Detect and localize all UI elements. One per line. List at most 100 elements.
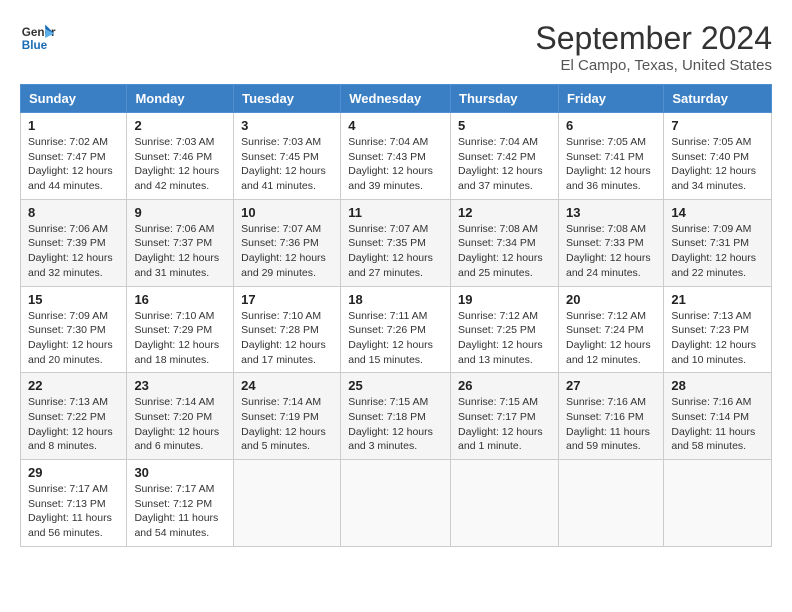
calendar-cell: 10 Sunrise: 7:07 AMSunset: 7:36 PMDayligh…: [234, 199, 341, 286]
day-number: 11: [348, 205, 443, 220]
day-number: 29: [28, 465, 119, 480]
day-info: Sunrise: 7:05 AMSunset: 7:41 PMDaylight:…: [566, 135, 656, 194]
day-of-week-header: Tuesday: [234, 85, 341, 113]
svg-text:Blue: Blue: [22, 39, 48, 52]
calendar-cell: 16 Sunrise: 7:10 AMSunset: 7:29 PMDayligh…: [127, 286, 234, 373]
day-info: Sunrise: 7:15 AMSunset: 7:17 PMDaylight:…: [458, 395, 551, 454]
calendar-cell: 29 Sunrise: 7:17 AMSunset: 7:13 PMDayligh…: [21, 460, 127, 547]
day-number: 7: [671, 118, 764, 133]
day-of-week-header: Friday: [558, 85, 663, 113]
calendar-cell: [341, 460, 451, 547]
day-info: Sunrise: 7:07 AMSunset: 7:36 PMDaylight:…: [241, 222, 333, 281]
day-info: Sunrise: 7:10 AMSunset: 7:28 PMDaylight:…: [241, 309, 333, 368]
day-number: 1: [28, 118, 119, 133]
day-number: 22: [28, 378, 119, 393]
day-of-week-header: Monday: [127, 85, 234, 113]
calendar-cell: 4 Sunrise: 7:04 AMSunset: 7:43 PMDaylight…: [341, 113, 451, 200]
day-number: 15: [28, 292, 119, 307]
calendar-cell: 7 Sunrise: 7:05 AMSunset: 7:40 PMDaylight…: [664, 113, 772, 200]
day-info: Sunrise: 7:15 AMSunset: 7:18 PMDaylight:…: [348, 395, 443, 454]
calendar-cell: 25 Sunrise: 7:15 AMSunset: 7:18 PMDayligh…: [341, 373, 451, 460]
calendar-cell: 26 Sunrise: 7:15 AMSunset: 7:17 PMDayligh…: [451, 373, 559, 460]
calendar-cell: 14 Sunrise: 7:09 AMSunset: 7:31 PMDayligh…: [664, 199, 772, 286]
calendar-cell: 20 Sunrise: 7:12 AMSunset: 7:24 PMDayligh…: [558, 286, 663, 373]
day-info: Sunrise: 7:12 AMSunset: 7:25 PMDaylight:…: [458, 309, 551, 368]
day-info: Sunrise: 7:04 AMSunset: 7:43 PMDaylight:…: [348, 135, 443, 194]
calendar-cell: 23 Sunrise: 7:14 AMSunset: 7:20 PMDayligh…: [127, 373, 234, 460]
calendar-cell: 11 Sunrise: 7:07 AMSunset: 7:35 PMDayligh…: [341, 199, 451, 286]
calendar-cell: 6 Sunrise: 7:05 AMSunset: 7:41 PMDaylight…: [558, 113, 663, 200]
day-number: 14: [671, 205, 764, 220]
day-info: Sunrise: 7:10 AMSunset: 7:29 PMDaylight:…: [134, 309, 226, 368]
day-number: 17: [241, 292, 333, 307]
day-number: 16: [134, 292, 226, 307]
day-info: Sunrise: 7:17 AMSunset: 7:13 PMDaylight:…: [28, 482, 119, 541]
day-number: 13: [566, 205, 656, 220]
calendar-cell: 22 Sunrise: 7:13 AMSunset: 7:22 PMDayligh…: [21, 373, 127, 460]
calendar-cell: 21 Sunrise: 7:13 AMSunset: 7:23 PMDayligh…: [664, 286, 772, 373]
day-info: Sunrise: 7:16 AMSunset: 7:14 PMDaylight:…: [671, 395, 764, 454]
calendar-cell: 8 Sunrise: 7:06 AMSunset: 7:39 PMDaylight…: [21, 199, 127, 286]
calendar-cell: [234, 460, 341, 547]
day-of-week-header: Thursday: [451, 85, 559, 113]
day-number: 28: [671, 378, 764, 393]
day-number: 6: [566, 118, 656, 133]
day-info: Sunrise: 7:05 AMSunset: 7:40 PMDaylight:…: [671, 135, 764, 194]
day-number: 8: [28, 205, 119, 220]
day-info: Sunrise: 7:16 AMSunset: 7:16 PMDaylight:…: [566, 395, 656, 454]
calendar-cell: 28 Sunrise: 7:16 AMSunset: 7:14 PMDayligh…: [664, 373, 772, 460]
day-of-week-header: Saturday: [664, 85, 772, 113]
day-info: Sunrise: 7:03 AMSunset: 7:45 PMDaylight:…: [241, 135, 333, 194]
day-number: 18: [348, 292, 443, 307]
day-number: 5: [458, 118, 551, 133]
day-info: Sunrise: 7:14 AMSunset: 7:19 PMDaylight:…: [241, 395, 333, 454]
day-info: Sunrise: 7:14 AMSunset: 7:20 PMDaylight:…: [134, 395, 226, 454]
page-header: General Blue September 2024 El Campo, Te…: [20, 20, 772, 74]
day-number: 25: [348, 378, 443, 393]
location: El Campo, Texas, United States: [535, 57, 772, 74]
calendar-cell: 5 Sunrise: 7:04 AMSunset: 7:42 PMDaylight…: [451, 113, 559, 200]
calendar-cell: 17 Sunrise: 7:10 AMSunset: 7:28 PMDayligh…: [234, 286, 341, 373]
day-info: Sunrise: 7:13 AMSunset: 7:22 PMDaylight:…: [28, 395, 119, 454]
calendar-cell: 9 Sunrise: 7:06 AMSunset: 7:37 PMDaylight…: [127, 199, 234, 286]
day-info: Sunrise: 7:08 AMSunset: 7:33 PMDaylight:…: [566, 222, 656, 281]
calendar-table: SundayMondayTuesdayWednesdayThursdayFrid…: [20, 84, 772, 547]
title-section: September 2024 El Campo, Texas, United S…: [535, 20, 772, 74]
logo-icon: General Blue: [20, 20, 56, 56]
day-number: 21: [671, 292, 764, 307]
calendar-cell: [664, 460, 772, 547]
day-number: 9: [134, 205, 226, 220]
calendar-cell: 15Sunrise: 7:09 AMSunset: 7:30 PMDayligh…: [21, 286, 127, 373]
calendar-cell: 24 Sunrise: 7:14 AMSunset: 7:19 PMDayligh…: [234, 373, 341, 460]
day-number: 4: [348, 118, 443, 133]
calendar-cell: 18 Sunrise: 7:11 AMSunset: 7:26 PMDayligh…: [341, 286, 451, 373]
day-of-week-header: Wednesday: [341, 85, 451, 113]
day-number: 27: [566, 378, 656, 393]
day-info: Sunrise: 7:17 AMSunset: 7:12 PMDaylight:…: [134, 482, 226, 541]
day-info: Sunrise: 7:06 AMSunset: 7:37 PMDaylight:…: [134, 222, 226, 281]
day-of-week-header: Sunday: [21, 85, 127, 113]
day-info: Sunrise: 7:07 AMSunset: 7:35 PMDaylight:…: [348, 222, 443, 281]
calendar-cell: 30 Sunrise: 7:17 AMSunset: 7:12 PMDayligh…: [127, 460, 234, 547]
day-info: Sunrise: 7:06 AMSunset: 7:39 PMDaylight:…: [28, 222, 119, 281]
day-number: 23: [134, 378, 226, 393]
day-info: Sunrise: 7:11 AMSunset: 7:26 PMDaylight:…: [348, 309, 443, 368]
day-number: 26: [458, 378, 551, 393]
day-number: 3: [241, 118, 333, 133]
calendar-cell: 13 Sunrise: 7:08 AMSunset: 7:33 PMDayligh…: [558, 199, 663, 286]
day-info: Sunrise: 7:04 AMSunset: 7:42 PMDaylight:…: [458, 135, 551, 194]
day-info: Sunrise: 7:12 AMSunset: 7:24 PMDaylight:…: [566, 309, 656, 368]
day-info: Sunrise: 7:13 AMSunset: 7:23 PMDaylight:…: [671, 309, 764, 368]
day-info: Sunrise: 7:02 AMSunset: 7:47 PMDaylight:…: [28, 135, 119, 194]
day-number: 30: [134, 465, 226, 480]
calendar-cell: 1 Sunrise: 7:02 AMSunset: 7:47 PMDaylight…: [21, 113, 127, 200]
calendar-cell: 3 Sunrise: 7:03 AMSunset: 7:45 PMDaylight…: [234, 113, 341, 200]
day-info: Sunrise: 7:09 AMSunset: 7:31 PMDaylight:…: [671, 222, 764, 281]
day-number: 12: [458, 205, 551, 220]
day-number: 2: [134, 118, 226, 133]
day-number: 10: [241, 205, 333, 220]
day-number: 24: [241, 378, 333, 393]
day-number: 20: [566, 292, 656, 307]
month-title: September 2024: [535, 20, 772, 57]
day-info: Sunrise: 7:08 AMSunset: 7:34 PMDaylight:…: [458, 222, 551, 281]
